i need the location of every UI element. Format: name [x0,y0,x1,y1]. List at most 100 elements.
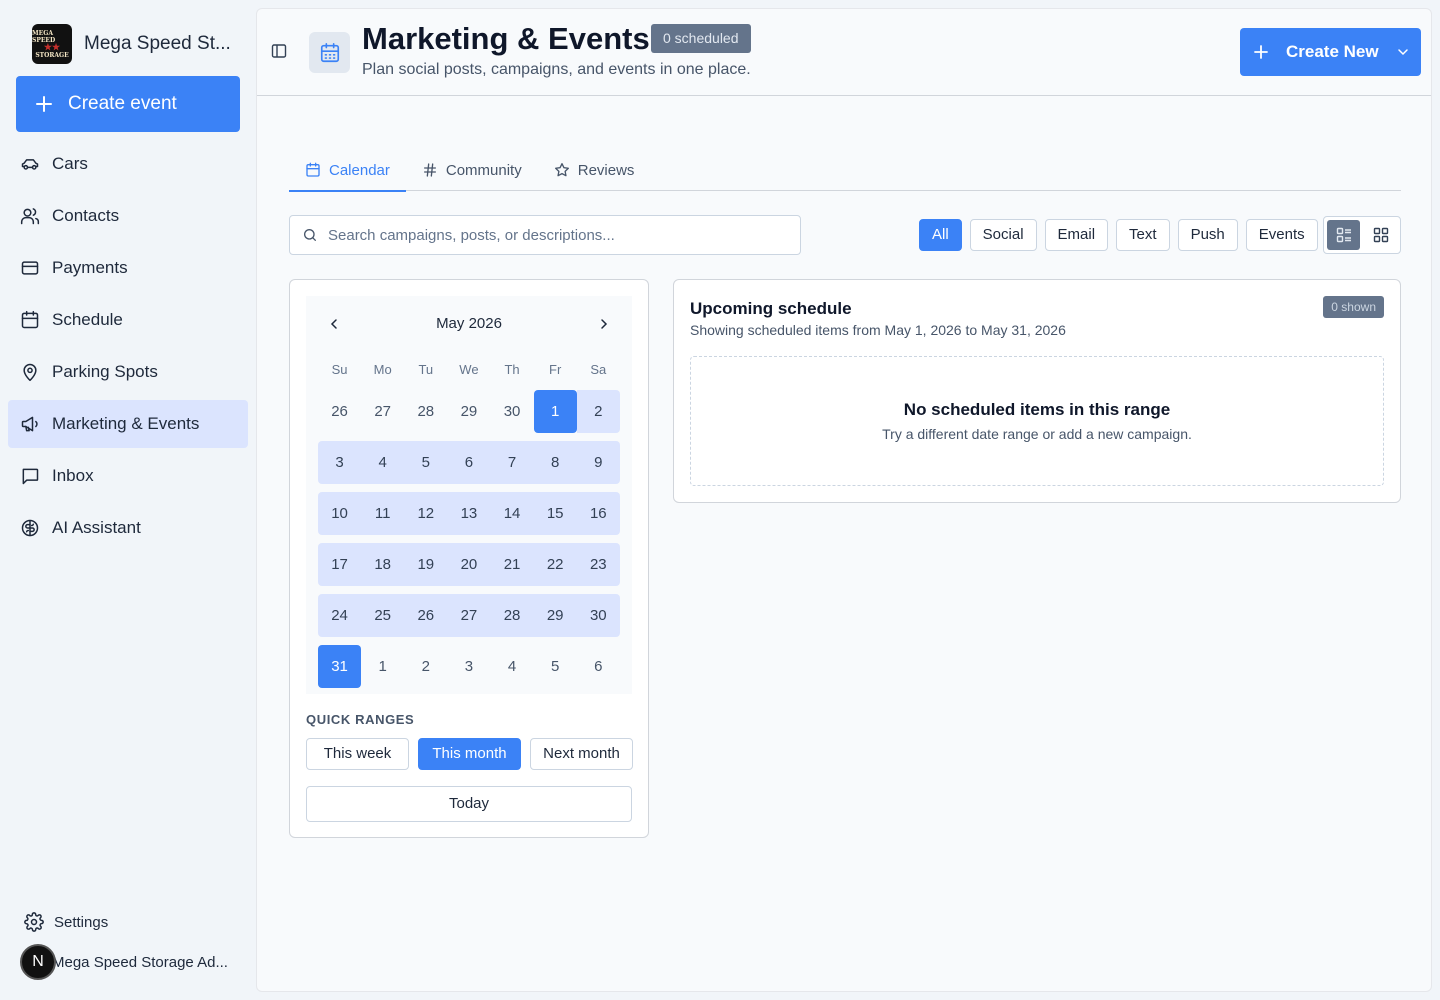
chevron-down-icon [1398,49,1408,56]
this-month-button[interactable]: This month [418,738,521,770]
sidebar-item-label: Inbox [52,466,94,485]
sidebar-item-inbox[interactable]: Inbox [8,452,248,500]
header-calendar-icon [309,32,350,73]
grid-view-button[interactable] [1364,220,1397,250]
list-view-button[interactable] [1327,220,1360,250]
search-input[interactable] [328,226,768,244]
calendar-day[interactable]: 9 [576,441,620,484]
empty-state: No scheduled items in this range Try a d… [690,356,1384,486]
next-month-button[interactable] [594,314,614,334]
calendar-day[interactable]: 31 [318,645,362,688]
account-menu[interactable]: N Mega Speed Storage Ad... [20,944,228,980]
calendar-day[interactable]: 3 [318,441,362,484]
calendar-weeks: 26 27 28 29 30 1 2 3 4 5 6 7 8 9 10 11 12 13 14 15 16 17 18 19 2… [318,390,620,688]
calendar-day[interactable]: 14 [490,492,534,535]
filter-events[interactable]: Events [1245,219,1318,251]
calendar-day[interactable]: 28 [404,390,447,433]
star-icon [554,163,569,177]
avatar: N [20,944,56,980]
sidebar-item-settings[interactable]: Settings [24,912,108,932]
calendar-day[interactable]: 22 [533,543,577,586]
calendar-day[interactable]: 27 [361,390,404,433]
grid-icon [1373,227,1388,243]
brand-name: Mega Speed St... [84,33,231,54]
shown-count-badge: 0 shown [1323,296,1384,318]
calendar-day[interactable]: 2 [404,645,447,688]
calendar-day[interactable]: 15 [533,492,577,535]
calendar-icon [306,162,320,177]
calendar-day[interactable]: 4 [491,645,534,688]
calendar-day[interactable]: 27 [447,594,491,637]
tab-community[interactable]: Community [406,149,538,191]
calendar-day[interactable]: 8 [533,441,577,484]
filter-social[interactable]: Social [969,219,1037,251]
calendar-day[interactable]: 29 [447,390,490,433]
calendar-day[interactable]: 1 [361,645,404,688]
calendar-day[interactable]: 26 [318,390,361,433]
calendar-day[interactable]: 3 [447,645,490,688]
calendar-day[interactable]: 4 [361,441,405,484]
calendar-day[interactable]: 17 [318,543,362,586]
sidebar-item-contacts[interactable]: Contacts [8,192,248,240]
calendar-day[interactable]: 24 [318,594,362,637]
filter-text[interactable]: Text [1116,219,1170,251]
brain-icon [21,519,39,537]
calendar-day[interactable]: 6 [577,645,620,688]
calendar-day[interactable]: 29 [533,594,577,637]
brand[interactable]: MEGA SPEED ★★ STORAGE Mega Speed St... [32,24,231,64]
sidebar-item-schedule[interactable]: Schedule [8,296,248,344]
filter-push[interactable]: Push [1177,219,1238,251]
megaphone-icon [21,416,38,432]
calendar-day[interactable]: 30 [576,594,620,637]
tab-reviews[interactable]: Reviews [538,149,651,191]
create-new-button[interactable]: Create New [1240,28,1421,76]
calendar-day[interactable]: 6 [447,441,491,484]
account-name: Mega Speed Storage Ad... [52,953,228,971]
weekday-label: Th [504,361,520,377]
filter-email[interactable]: Email [1044,219,1109,251]
calendar-day[interactable]: 2 [576,390,620,433]
upcoming-schedule-card: Upcoming schedule Showing scheduled item… [673,279,1401,503]
calendar-day[interactable]: 5 [404,441,448,484]
quick-ranges: This week This month Next month [306,738,633,770]
tab-calendar[interactable]: Calendar [289,149,406,192]
create-event-button[interactable]: Create event [16,76,240,132]
calendar-day[interactable]: 23 [576,543,620,586]
calendar-day[interactable]: 19 [404,543,448,586]
sidebar-item-cars[interactable]: Cars [8,140,248,188]
today-button[interactable]: Today [306,786,632,822]
filter-all[interactable]: All [919,219,962,251]
this-week-button[interactable]: This week [306,738,409,770]
calendar-day[interactable]: 20 [447,543,491,586]
plus-icon [1254,45,1268,59]
brand-logo: MEGA SPEED ★★ STORAGE [32,24,72,64]
calendar-day[interactable]: 13 [447,492,491,535]
calendar-day[interactable]: 10 [318,492,362,535]
calendar-day[interactable]: 30 [491,390,534,433]
logo-text-top: MEGA SPEED [32,29,56,44]
next-month-range-button[interactable]: Next month [530,738,633,770]
sidebar-item-marketing-events[interactable]: Marketing & Events [8,400,248,448]
page-header: Marketing & Events 0 scheduled Plan soci… [257,9,1431,96]
calendar-day[interactable]: 16 [576,492,620,535]
upcoming-title: Upcoming schedule [690,299,852,318]
calendar-day[interactable]: 7 [490,441,534,484]
calendar-day[interactable]: 5 [534,645,577,688]
calendar-week-row: 3456789 [318,441,620,484]
calendar-day[interactable]: 12 [404,492,448,535]
date-picker: May 2026 Su Mo Tu We Th Fr Sa 26 27 28 29 30… [306,296,632,694]
upcoming-subtitle: Showing scheduled items from May 1, 2026… [690,322,1066,338]
calendar-day[interactable]: 18 [361,543,405,586]
sidebar-toggle-icon[interactable] [271,43,287,59]
sidebar-item-ai-assistant[interactable]: AI Assistant [8,504,248,552]
calendar-week-row: 24 25 26 27 28 29 30 [318,594,620,637]
calendar-day[interactable]: 25 [361,594,405,637]
sidebar-item-payments[interactable]: Payments [8,244,248,292]
calendar-day[interactable]: 26 [404,594,448,637]
tab-label: Community [445,161,522,179]
calendar-day[interactable]: 11 [361,492,405,535]
calendar-day[interactable]: 28 [490,594,534,637]
calendar-day[interactable]: 21 [490,543,534,586]
calendar-day[interactable]: 1 [533,390,577,433]
sidebar-item-parking-spots[interactable]: Parking Spots [8,348,248,396]
